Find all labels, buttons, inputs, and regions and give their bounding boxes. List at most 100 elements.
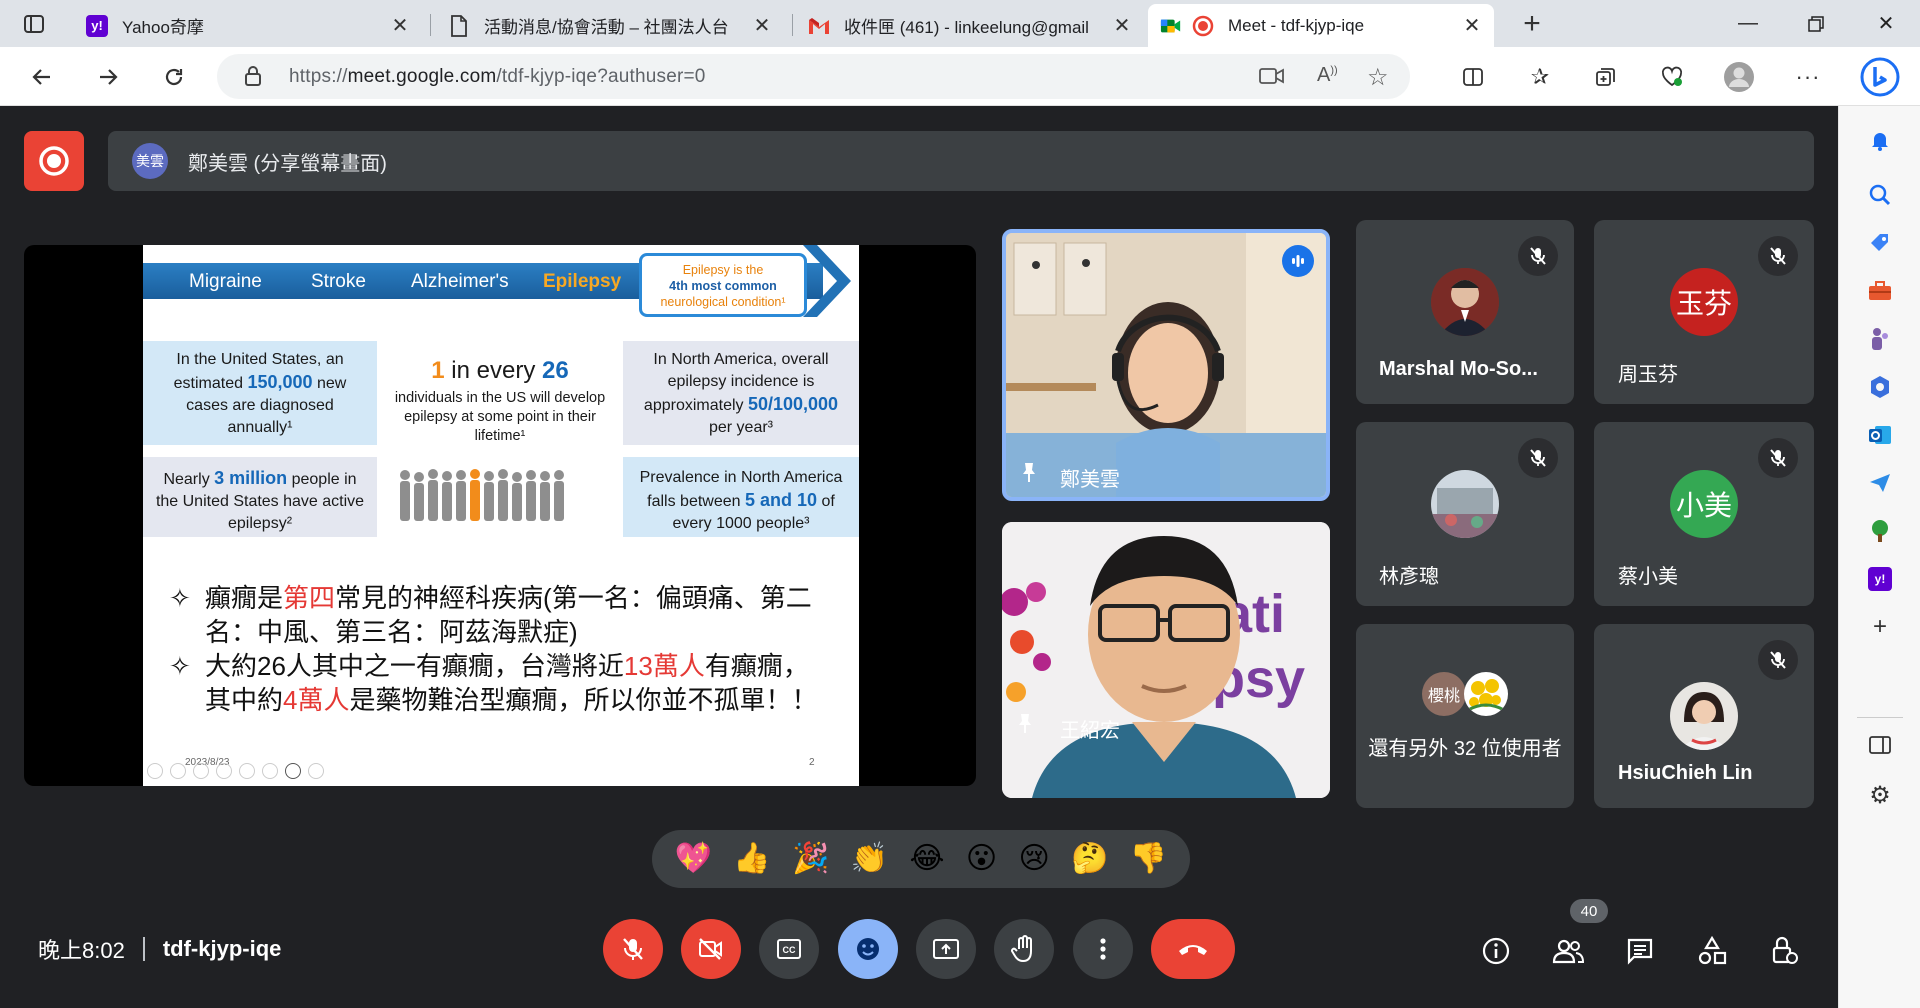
search-icon[interactable] — [1865, 180, 1895, 210]
tab-title: Meet - tdf-kjyp-iqe — [1228, 15, 1365, 35]
add-icon[interactable]: + — [1865, 612, 1895, 642]
recording-indicator[interactable] — [24, 131, 84, 191]
reaction-thumbs-down[interactable]: 👎 — [1130, 844, 1167, 874]
avatar — [1670, 682, 1738, 750]
participant-tile[interactable]: 林彥璁 — [1356, 422, 1574, 606]
restore-button[interactable] — [1782, 0, 1850, 47]
reaction-crying[interactable]: 😢 — [1019, 844, 1050, 874]
microsoft-365-icon[interactable] — [1865, 372, 1895, 402]
new-tab-button[interactable]: + — [1514, 6, 1550, 42]
gmail-icon — [808, 15, 830, 37]
tab-activities[interactable]: 活動消息/協會活動 – 社團法人台 ✕ — [436, 4, 784, 47]
close-window-button[interactable]: ✕ — [1852, 0, 1920, 47]
yahoo-icon: y! — [86, 14, 108, 37]
participant-tile[interactable]: Marshal Mo-So... — [1356, 220, 1574, 404]
bing-copilot-icon[interactable] — [1858, 55, 1902, 99]
shopping-tag-icon[interactable] — [1865, 228, 1895, 258]
more-options-icon[interactable]: ··· — [1790, 59, 1826, 95]
more-options-button[interactable] — [1073, 919, 1133, 979]
tab-gmail[interactable]: 收件匣 (461) - linkeelung@gmail ✕ — [796, 4, 1144, 47]
tab-meet[interactable]: Meet - tdf-kjyp-iqe ✕ — [1148, 4, 1494, 47]
favorites-icon[interactable]: ✰ — [1522, 59, 1558, 95]
participant-name: 蔡小美 — [1618, 566, 1678, 588]
clock-time: 晚上8:02 — [38, 938, 125, 963]
forward-button[interactable] — [90, 59, 126, 95]
hide-sidebar-icon[interactable] — [1865, 730, 1895, 760]
avatar — [1431, 268, 1499, 336]
profile-avatar[interactable] — [1721, 59, 1757, 95]
people-crowd-illustration — [400, 469, 564, 521]
participant-count-badge: 40 — [1570, 899, 1608, 923]
divider — [142, 937, 145, 961]
emoji-reactions-button[interactable] — [838, 919, 898, 979]
close-tab-icon[interactable]: ✕ — [1112, 13, 1132, 38]
participant-tile[interactable]: HsiuChieh Lin — [1594, 624, 1814, 808]
reactions-bar: 💖 👍 🎉 👏 😂 😮 😢 🤔 👎 — [652, 830, 1190, 888]
close-tab-icon[interactable]: ✕ — [1462, 13, 1482, 38]
settings-gear-icon[interactable]: ⚙ — [1865, 780, 1895, 810]
reaction-sparkling-heart[interactable]: 💖 — [675, 844, 712, 874]
participant-tile-video[interactable]: ati psy 王紹宏 — [1002, 522, 1330, 798]
edge-sidebar: y! + ⚙ — [1838, 106, 1920, 1008]
slide-callout: Epilepsy is the 4th most common neurolog… — [639, 253, 807, 317]
raise-hand-button[interactable] — [994, 919, 1054, 979]
people-icon[interactable] — [1548, 931, 1588, 971]
stat-box-incidence: In North America, overall epilepsy incid… — [623, 341, 859, 445]
participant-name: Marshal Mo-So... — [1379, 358, 1538, 380]
meeting-info-icon[interactable] — [1476, 931, 1516, 971]
split-screen-icon[interactable] — [1455, 59, 1491, 95]
mic-toggle-button[interactable] — [603, 919, 663, 979]
captions-button[interactable]: CC — [759, 919, 819, 979]
refresh-button[interactable] — [156, 59, 192, 95]
speaking-indicator-icon — [1282, 245, 1314, 277]
yahoo-icon[interactable]: y! — [1865, 564, 1895, 594]
participant-tile[interactable]: 玉芬 周玉芬 — [1594, 220, 1814, 404]
mic-off-icon — [1758, 640, 1798, 680]
pin-icon[interactable] — [1020, 461, 1038, 488]
tab-yahoo[interactable]: y! Yahoo奇摩 ✕ — [74, 4, 422, 47]
pin-icon[interactable] — [1016, 712, 1034, 739]
reaction-clapping[interactable]: 👏 — [851, 844, 888, 874]
lock-icon[interactable] — [243, 65, 263, 92]
reaction-thinking[interactable]: 🤔 — [1071, 844, 1108, 874]
tree-icon[interactable] — [1865, 516, 1895, 546]
camera-icon[interactable] — [1259, 66, 1285, 91]
minimize-button[interactable]: — — [1714, 0, 1782, 47]
avatar — [1431, 470, 1499, 538]
back-button[interactable] — [24, 59, 60, 95]
participant-tile[interactable]: 小美 蔡小美 — [1594, 422, 1814, 606]
participant-tile-speaking[interactable]: 鄭美雲 — [1002, 229, 1330, 501]
close-tab-icon[interactable]: ✕ — [752, 13, 772, 38]
participant-name: HsiuChieh Lin — [1618, 762, 1753, 784]
send-icon[interactable] — [1865, 468, 1895, 498]
presentation-slide: Migraine Stroke Alzheimer's Epilepsy Epi… — [143, 245, 859, 786]
camera-toggle-button[interactable] — [681, 919, 741, 979]
activities-icon[interactable] — [1692, 931, 1732, 971]
close-tab-icon[interactable]: ✕ — [390, 13, 410, 38]
favorite-star-icon[interactable]: ☆ — [1367, 63, 1389, 92]
browser-essentials-icon[interactable] — [1654, 59, 1690, 95]
read-aloud-icon[interactable]: A)) — [1317, 64, 1338, 87]
address-bar[interactable]: https://meet.google.com/tdf-kjyp-iqe?aut… — [217, 54, 1410, 99]
notification-bell-icon[interactable] — [1865, 125, 1895, 155]
reaction-thumbs-up[interactable]: 👍 — [733, 844, 770, 874]
participant-name: 鄭美雲 — [1060, 469, 1120, 491]
tools-briefcase-icon[interactable] — [1865, 276, 1895, 306]
games-icon[interactable] — [1865, 324, 1895, 354]
reaction-surprised[interactable]: 😮 — [966, 844, 997, 874]
reaction-party-popper[interactable]: 🎉 — [792, 844, 829, 874]
screen-share-tile[interactable]: Migraine Stroke Alzheimer's Epilepsy Epi… — [24, 245, 976, 786]
leave-call-button[interactable] — [1151, 919, 1235, 979]
host-controls-icon[interactable] — [1764, 931, 1804, 971]
others-tile[interactable]: 櫻桃 還有另外 32 位使用者 — [1356, 624, 1574, 808]
tab-actions-icon[interactable] — [16, 6, 52, 42]
collections-icon[interactable] — [1588, 59, 1624, 95]
avatar: 櫻桃 — [1422, 672, 1466, 716]
outlook-icon[interactable] — [1865, 420, 1895, 450]
participant-video — [1006, 233, 1326, 497]
reaction-laughing[interactable]: 😂 — [909, 844, 944, 874]
chat-icon[interactable] — [1620, 931, 1660, 971]
participant-name: 還有另外 32 位使用者 — [1368, 738, 1562, 760]
present-screen-button[interactable] — [916, 919, 976, 979]
participant-name: 林彥璁 — [1379, 566, 1439, 588]
